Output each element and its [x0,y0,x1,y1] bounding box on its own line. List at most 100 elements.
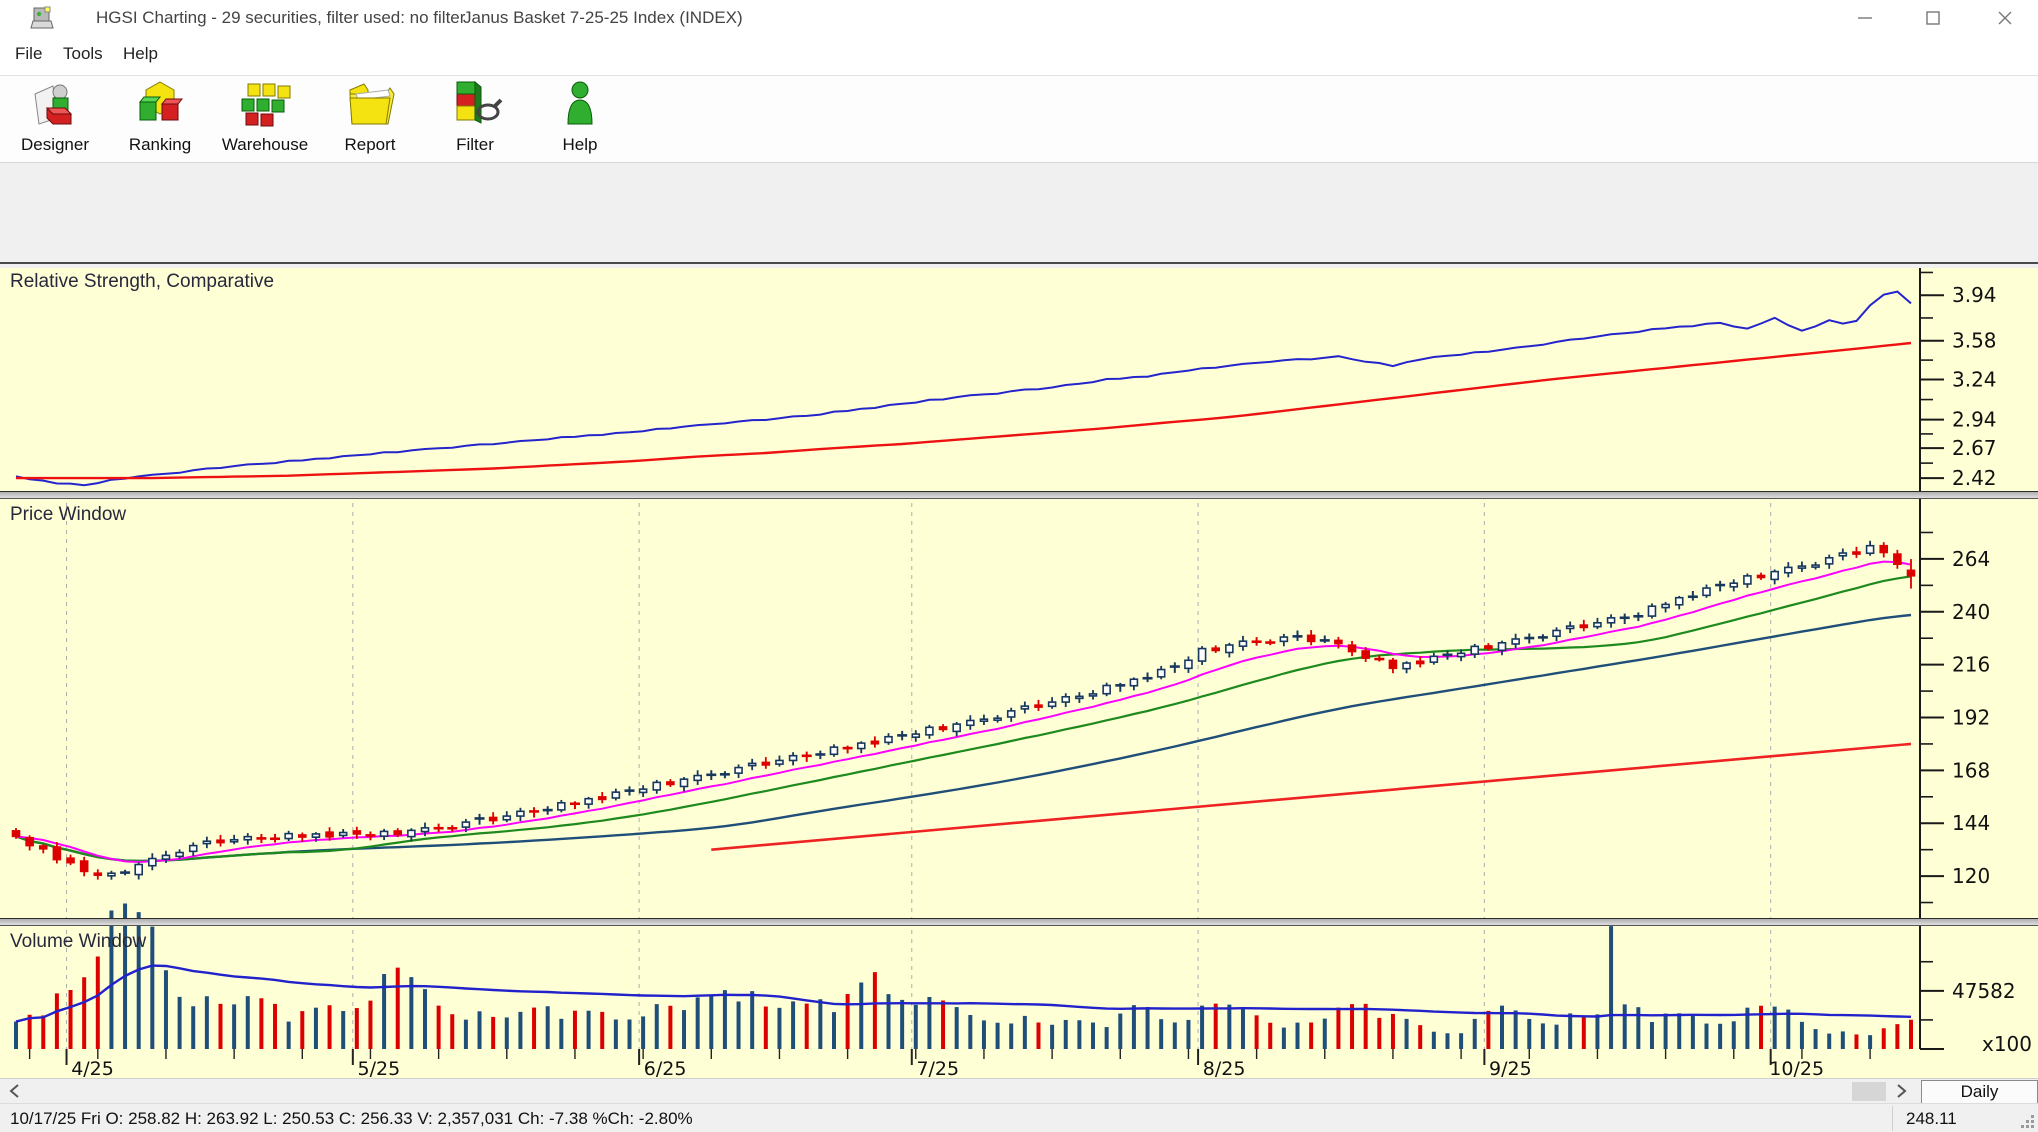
filter-label: Filter [456,135,494,154]
candle-body [952,723,961,733]
horizontal-scrollbar[interactable]: Daily [0,1078,2038,1104]
candle-body [666,781,675,786]
menu-tools[interactable]: Tools [63,44,103,64]
minimize-button[interactable] [1835,0,1895,36]
candle-body [107,872,116,877]
axis-label: 2.42 [1952,466,1997,490]
candle-body [829,746,839,756]
chart-area[interactable]: 3.94 3.58 3.24 2.94 2.67 2.42 264 240 216 192 168 1… [0,262,2038,1080]
maximize-button[interactable] [1903,0,1963,36]
designer-icon [27,84,83,132]
axis-label: 3.58 [1952,329,1997,353]
candle-body [420,827,430,833]
candle-body [1702,587,1711,597]
candle-body [11,830,21,838]
axis-label: 10/25 [1769,1058,1824,1080]
candle-body [1824,556,1834,565]
panel-splitter[interactable] [0,491,2038,499]
report-button[interactable]: Report [318,80,422,160]
candle-body [1729,582,1739,588]
candle-body [1075,695,1084,700]
candle-body [229,838,239,843]
candle-body [352,830,362,835]
scroll-left-icon[interactable] [2,1081,26,1101]
candle-body [679,778,689,788]
candle-body [1306,634,1316,643]
candle-body [461,821,471,828]
candle-body [993,717,1002,721]
scroll-right-icon[interactable] [1890,1081,1914,1101]
axis-label: 6/25 [644,1058,687,1080]
axis-label: x100 [1982,1032,2032,1056]
last-value-text: 248.11 [1906,1109,1957,1128]
resize-grip[interactable] [2021,1115,2035,1129]
candle-body [1470,645,1480,655]
navigation-row: Janus Basket 7-25-25 ˅ Janus Basket 7-25… [0,163,2038,371]
filter-icon [447,80,503,132]
candle-body [1770,570,1779,581]
candle-body [1211,647,1221,652]
candle-body [979,718,989,722]
candle-body [734,766,743,774]
candle-body [1606,617,1616,624]
close-button[interactable] [1975,0,2035,36]
axis-label: 144 [1952,811,1990,835]
candle-body [1402,662,1411,670]
candle-body [502,815,512,821]
candle-body [1647,605,1657,617]
candle-body [1238,640,1248,647]
candle-body [1579,624,1589,629]
candle-body [297,834,307,838]
candle-body [1756,574,1766,579]
candle-body [148,857,157,867]
candle-body [611,791,621,799]
candle-body [1047,701,1057,708]
chart-canvas[interactable]: 3.94 3.58 3.24 2.94 2.67 2.42 264 240 216 192 168 1… [0,264,2038,1080]
report-label: Report [344,135,396,154]
candle-body [1197,647,1207,662]
axis-label: 7/25 [916,1058,959,1080]
axis-label: 2.67 [1952,436,1997,460]
volume-panel-title: Volume Window [10,931,147,952]
ranking-button[interactable]: Ranking [108,80,212,160]
candle-body [1347,644,1357,653]
designer-button[interactable]: Designer [3,80,107,160]
candle-body [1852,551,1861,555]
ohlc-status-text: 10/17/25 Fri O: 258.82 H: 263.92 L: 250.… [10,1109,693,1128]
candle-body [188,844,198,853]
menu-file[interactable]: File [15,44,42,64]
candle-body [788,754,798,762]
candle-body [761,761,771,766]
menu-help[interactable]: Help [123,44,158,64]
candle-body [516,810,525,817]
menu-bar: File Tools Help [0,36,2038,76]
window-title: HGSI Charting - 29 securities, filter us… [96,8,466,27]
warehouse-button[interactable]: Warehouse [213,80,317,160]
candle-body [1456,652,1466,658]
candle-body [216,839,225,844]
filter-button[interactable]: Filter [423,80,527,160]
candle-body [1156,668,1166,678]
help-toolbar-label: Help [562,135,598,154]
scrollbar-thumb[interactable] [1852,1082,1886,1101]
candle-body [284,832,293,840]
candle-body [1497,641,1507,652]
panel-splitter[interactable] [0,918,2038,926]
candle-body [1565,625,1575,630]
candle-body [584,797,593,805]
candle-body [1593,621,1602,628]
help-button[interactable]: Help [528,80,632,160]
candle-body [1879,544,1889,554]
candle-body [1674,596,1684,606]
report-icon [342,83,398,132]
panel-bg-0 [0,268,2038,491]
candle-body [638,788,648,794]
period-daily-button[interactable]: Daily [1921,1080,2038,1104]
app-icon [30,5,56,36]
candle-body [1225,644,1234,654]
candle-body [1334,639,1343,645]
axis-label: 3.24 [1952,368,1997,392]
status-bar: 10/17/25 Fri O: 258.82 H: 263.92 L: 250.… [0,1103,2038,1132]
axis-label: 168 [1952,758,1990,782]
axis-label: 240 [1952,600,1990,624]
